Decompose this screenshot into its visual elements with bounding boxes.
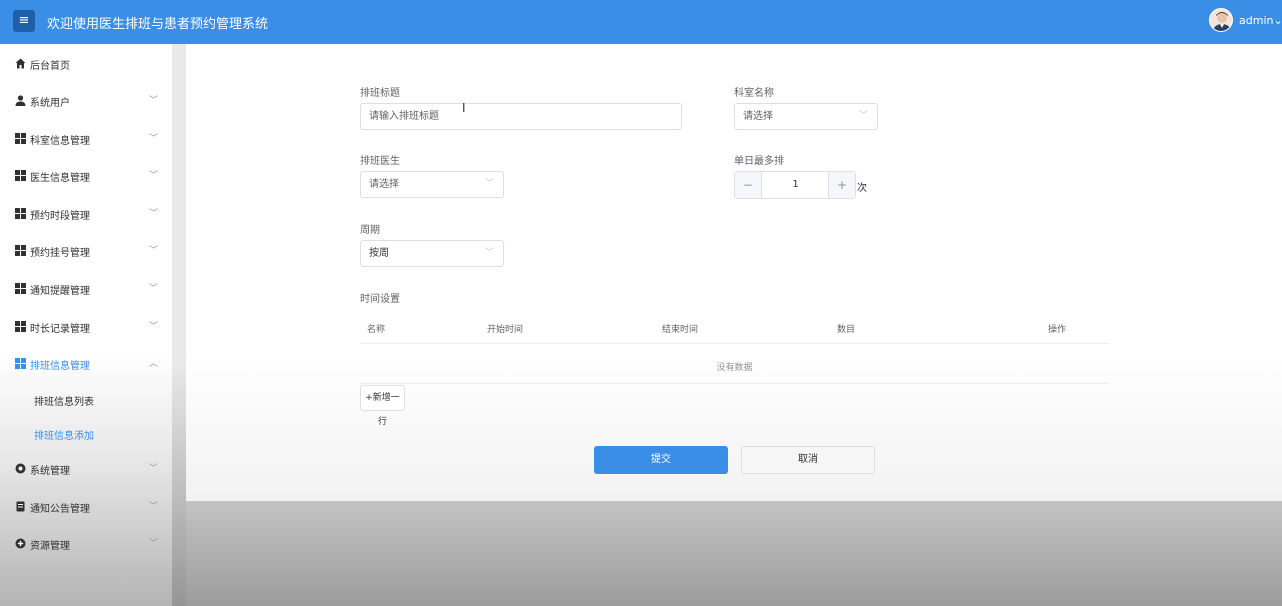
sidebar-subitem-schedule-list[interactable]: 排班信息列表 xyxy=(0,387,172,413)
chevron-down-icon: ﹀ xyxy=(149,171,159,181)
submit-button[interactable]: 提交 xyxy=(594,446,728,474)
table-divider xyxy=(360,343,1109,344)
add-row-button[interactable]: +新增一行 xyxy=(360,385,405,427)
sidebar-scroll-gutter xyxy=(172,44,186,606)
sidebar-item-label: 通知公告管理 xyxy=(30,504,90,515)
sidebar-item-system-users[interactable]: 系统用户 ﹀ xyxy=(0,86,172,116)
sidebar-item-announcement[interactable]: 通知公告管理 ﹀ xyxy=(0,492,172,522)
cycle-select[interactable]: 按周 ﹀ xyxy=(360,240,504,267)
grid-icon xyxy=(15,283,26,294)
grid-icon xyxy=(15,133,26,144)
cycle-select-value: 按周 xyxy=(369,248,389,259)
sidebar-item-resource[interactable]: 资源管理 ﹀ xyxy=(0,529,172,559)
sidebar-item-label: 预约挂号管理 xyxy=(30,248,90,259)
user-icon xyxy=(15,95,26,106)
column-header-name: 名称 xyxy=(367,325,386,335)
sidebar-item-notification[interactable]: 通知提醒管理 ﹀ xyxy=(0,274,172,304)
app-title: 欢迎使用医生排班与患者预约管理系统 xyxy=(47,17,269,32)
chevron-down-icon: ﹀ xyxy=(149,464,159,474)
avatar[interactable] xyxy=(1209,8,1233,32)
grid-icon xyxy=(15,170,26,181)
chevron-down-icon: ⌄ xyxy=(1273,14,1282,27)
sidebar-item-label: 通知提醒管理 xyxy=(30,286,90,297)
top-bar: ≡ 欢迎使用医生排班与患者预约管理系统 admin⌄ xyxy=(0,0,1282,44)
sidebar-item-label: 医生信息管理 xyxy=(30,173,90,184)
doctor-select[interactable]: 请选择 ﹀ xyxy=(360,171,504,198)
document-icon xyxy=(15,501,26,512)
cycle-label: 周期 xyxy=(360,225,380,236)
chevron-down-icon: ﹀ xyxy=(149,502,159,512)
text-cursor-icon: I xyxy=(462,101,466,115)
hamburger-icon[interactable]: ≡ xyxy=(13,10,35,32)
max-per-day-label: 单日最多排 xyxy=(734,156,784,167)
chevron-down-icon: ﹀ xyxy=(484,179,494,189)
column-header-end-time: 结束时间 xyxy=(662,325,699,335)
sidebar-item-system[interactable]: 系统管理 ﹀ xyxy=(0,454,172,484)
doctor-select-value: 请选择 xyxy=(369,179,399,190)
sidebar-item-label: 时长记录管理 xyxy=(30,324,90,335)
title-input-placeholder: 请输入排班标题 xyxy=(369,111,439,122)
dept-select[interactable]: 请选择 ﹀ xyxy=(734,103,878,130)
max-per-day-unit: 次 xyxy=(857,183,867,194)
sidebar-item-duration[interactable]: 时长记录管理 ﹀ xyxy=(0,312,172,342)
chevron-down-icon: ﹀ xyxy=(858,111,868,121)
decrement-button[interactable]: − xyxy=(735,172,762,198)
sidebar-item-label: 预约时段管理 xyxy=(30,211,90,222)
chevron-down-icon: ﹀ xyxy=(149,539,159,549)
user-menu[interactable]: admin⌄ xyxy=(1239,14,1282,27)
max-per-day-stepper: − 1 + xyxy=(734,171,856,199)
chevron-down-icon: ﹀ xyxy=(149,96,159,106)
doctor-label: 排班医生 xyxy=(360,156,400,167)
grid-icon xyxy=(15,245,26,256)
dept-select-value: 请选择 xyxy=(743,111,773,122)
sidebar-subitem-label: 排班信息添加 xyxy=(34,431,94,442)
table-empty-text: 没有数据 xyxy=(716,363,753,373)
title-label: 排班标题 xyxy=(360,88,400,99)
time-settings-label: 时间设置 xyxy=(360,294,400,305)
table-divider xyxy=(360,383,1109,384)
grid-icon xyxy=(15,358,26,369)
sidebar-item-label: 排班信息管理 xyxy=(30,361,90,372)
chevron-down-icon: ﹀ xyxy=(484,248,494,258)
sidebar-item-label: 科室信息管理 xyxy=(30,136,90,147)
column-header-start-time: 开始时间 xyxy=(487,325,524,335)
column-header-actions: 操作 xyxy=(1048,325,1067,335)
sidebar-subitem-label: 排班信息列表 xyxy=(34,397,94,408)
home-icon xyxy=(15,58,26,69)
sidebar-item-label: 系统用户 xyxy=(30,98,70,109)
grid-icon xyxy=(15,321,26,332)
user-name: admin xyxy=(1239,14,1274,27)
dept-label: 科室名称 xyxy=(734,88,774,99)
chevron-down-icon: ﹀ xyxy=(149,284,159,294)
sidebar: 后台首页 系统用户 ﹀ 科室信息管理 ﹀ 医生信息管理 ﹀ 预约时段管理 ﹀ 预… xyxy=(0,44,172,606)
chevron-down-icon: ﹀ xyxy=(149,209,159,219)
sidebar-item-label: 资源管理 xyxy=(30,541,70,552)
max-per-day-value[interactable]: 1 xyxy=(763,172,828,198)
chevron-down-icon: ﹀ xyxy=(149,322,159,332)
sidebar-item-doctor[interactable]: 医生信息管理 ﹀ xyxy=(0,161,172,191)
chevron-down-icon: ﹀ xyxy=(149,246,159,256)
sidebar-item-schedule[interactable]: 排班信息管理 ︿ xyxy=(0,349,172,379)
increment-button[interactable]: + xyxy=(828,172,855,198)
title-input[interactable]: 请输入排班标题 xyxy=(360,103,682,130)
chevron-up-icon: ︿ xyxy=(149,359,159,369)
sidebar-item-label: 后台首页 xyxy=(30,61,70,72)
sidebar-item-home[interactable]: 后台首页 xyxy=(0,49,172,79)
column-header-count: 数目 xyxy=(837,325,856,335)
plus-circle-icon xyxy=(15,538,26,549)
grid-icon xyxy=(15,208,26,219)
sidebar-item-registration[interactable]: 预约挂号管理 ﹀ xyxy=(0,236,172,266)
cancel-button[interactable]: 取消 xyxy=(741,446,875,474)
sidebar-item-dept[interactable]: 科室信息管理 ﹀ xyxy=(0,124,172,154)
sidebar-subitem-schedule-add[interactable]: 排班信息添加 xyxy=(0,421,172,447)
chevron-down-icon: ﹀ xyxy=(149,134,159,144)
sidebar-item-label: 系统管理 xyxy=(30,466,70,477)
gear-icon xyxy=(15,463,26,474)
sidebar-item-timeslot[interactable]: 预约时段管理 ﹀ xyxy=(0,199,172,229)
